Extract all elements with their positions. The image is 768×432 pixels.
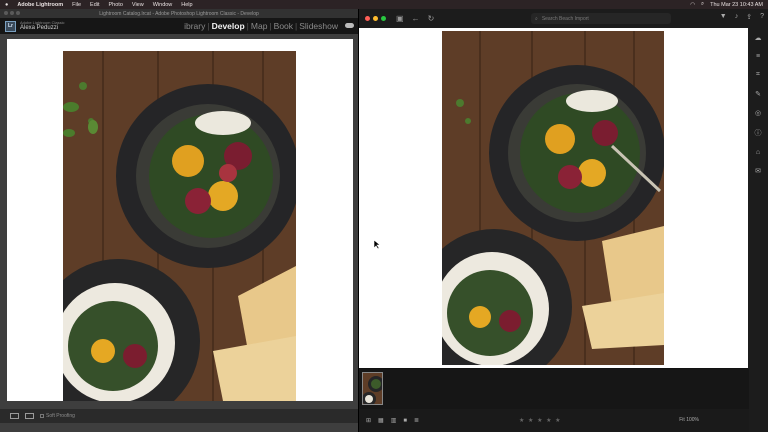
- crop-icon[interactable]: ⌗: [756, 71, 760, 79]
- loupe-view-icon[interactable]: [10, 413, 19, 419]
- before-after-icon[interactable]: [25, 413, 34, 419]
- identity-plate: Adobe Lightroom Classic Alexa Peduzzi: [20, 21, 64, 32]
- minimize-button[interactable]: [10, 11, 14, 15]
- menu-edit[interactable]: Edit: [90, 2, 99, 8]
- zoom-value: 100%: [686, 417, 699, 423]
- clock-text[interactable]: Thu Mar 23 10:43 AM: [710, 2, 763, 8]
- sidebar-toggle-icon[interactable]: ▣: [396, 14, 404, 23]
- detail-view-icon[interactable]: ▥: [391, 417, 397, 424]
- lightroom-bottombar: ⊞ ▦ ▥ ■ ≣ ★ ★ ★ ★ ★ Fit 100%: [359, 409, 749, 432]
- info-icon[interactable]: ⓘ: [755, 128, 762, 138]
- square-grid-icon[interactable]: ▦: [378, 417, 384, 424]
- develop-toolbar: Soft Proofing: [0, 409, 358, 423]
- identity-user-name: Alexa Peduzzi: [20, 25, 59, 31]
- window-controls: [365, 16, 386, 21]
- zoom-button[interactable]: [381, 16, 386, 21]
- window-titlebar: Lightroom Catalog.lrcat - Adobe Photosho…: [0, 9, 358, 18]
- refresh-icon[interactable]: ↻: [428, 14, 435, 23]
- module-develop[interactable]: Develop: [212, 21, 245, 31]
- thumbnail-photo: [363, 373, 382, 404]
- zoom-fit-label: Fit: [679, 417, 685, 423]
- zoom-control[interactable]: Fit 100%: [679, 417, 699, 423]
- soft-proofing-checkbox[interactable]: [40, 414, 44, 418]
- module-map[interactable]: Map: [251, 21, 268, 31]
- healing-icon[interactable]: ✎: [755, 90, 761, 98]
- apple-icon[interactable]: ●: [5, 2, 8, 8]
- soft-proofing-label: Soft Proofing: [46, 413, 75, 419]
- cloud-icon[interactable]: [345, 23, 354, 28]
- close-button[interactable]: [4, 11, 8, 15]
- help-icon[interactable]: ?: [760, 13, 764, 21]
- top-right-icons: ▼ ♪ ⇪ ?: [720, 13, 764, 21]
- filter-icon[interactable]: ▼: [720, 13, 727, 21]
- search-field[interactable]: ⌕ Search Beach Import: [531, 13, 671, 24]
- soft-proofing-toggle[interactable]: Soft Proofing: [40, 413, 75, 419]
- wifi-icon[interactable]: ◠: [690, 2, 695, 8]
- app-menu[interactable]: Adobe Lightroom: [17, 2, 63, 8]
- loupe-view-icon[interactable]: ■: [403, 418, 407, 424]
- menu-photo[interactable]: Photo: [109, 2, 123, 8]
- edit-panel-icons: ☁ ≡ ⌗ ✎ ◎ ⓘ ⌂ ✉: [748, 28, 768, 432]
- module-library[interactable]: ibrary: [184, 21, 205, 31]
- sort-icon[interactable]: ≣: [414, 417, 419, 424]
- food-photo: [442, 31, 664, 365]
- module-slideshow[interactable]: Slideshow: [299, 21, 338, 31]
- identity-plate-bar: Lr Adobe Lightroom Classic Alexa Peduzzi…: [0, 18, 358, 34]
- module-picker: ibrary | Develop | Map | Book | Slideshow: [184, 21, 338, 31]
- filmstrip: [359, 369, 749, 409]
- filmstrip-thumbnail[interactable]: [362, 372, 383, 405]
- window-title: Lightroom Catalog.lrcat - Adobe Photosho…: [99, 10, 259, 17]
- menubar-status: ◠ ⌕ Thu Mar 23 10:43 AM: [690, 1, 763, 8]
- mouse-cursor-icon: [374, 240, 380, 249]
- tag-icon[interactable]: ⌂: [756, 149, 760, 156]
- menu-window[interactable]: Window: [153, 2, 173, 8]
- grid-view-icon[interactable]: ⊞: [366, 417, 371, 424]
- menu-view[interactable]: View: [132, 2, 144, 8]
- menu-file[interactable]: File: [72, 2, 81, 8]
- minimize-button[interactable]: [373, 16, 378, 21]
- comment-icon[interactable]: ✉: [755, 167, 761, 175]
- search-icon: ⌕: [535, 15, 538, 22]
- close-button[interactable]: [365, 16, 370, 21]
- module-book[interactable]: Book: [274, 21, 293, 31]
- photo-preview-lightroom[interactable]: [442, 31, 664, 365]
- lrc-logo: Lr: [5, 20, 16, 32]
- menu-bar: ● Adobe Lightroom File Edit Photo View W…: [0, 0, 768, 9]
- back-arrow-icon[interactable]: ←: [412, 14, 420, 23]
- bell-icon[interactable]: ♪: [735, 13, 739, 21]
- zoom-button[interactable]: [16, 11, 20, 15]
- search-icon[interactable]: ⌕: [701, 1, 704, 8]
- menu-help[interactable]: Help: [181, 2, 192, 8]
- rating-stars[interactable]: ★ ★ ★ ★ ★: [519, 417, 562, 424]
- cloud-icon[interactable]: ☁: [755, 34, 762, 42]
- edit-sliders-icon[interactable]: ≡: [756, 53, 760, 60]
- search-placeholder: Search Beach Import: [541, 15, 589, 22]
- herb-leaves: [63, 102, 98, 137]
- window-controls: [4, 11, 20, 15]
- lightroom-topbar: ▣ ← ↻ ⌕ Search Beach Import ▼ ♪ ⇪ ?: [359, 9, 768, 28]
- share-icon[interactable]: ⇪: [746, 13, 752, 21]
- nav-controls: ▣ ← ↻: [396, 14, 434, 23]
- masking-icon[interactable]: ◎: [755, 109, 761, 117]
